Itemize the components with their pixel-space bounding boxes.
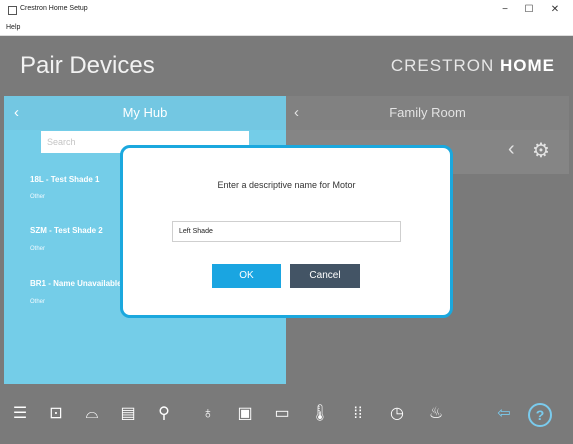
app-icon [8,6,17,15]
window-title: Crestron Home Setup [20,5,88,12]
menu-help[interactable]: Help [6,24,20,31]
cancel-button[interactable]: Cancel [290,264,360,288]
menu-bar: Help [0,22,573,36]
ok-button[interactable]: OK [212,264,281,288]
dialog-prompt: Enter a descriptive name for Motor [217,180,356,190]
close-button[interactable]: ✕ [546,3,564,17]
minimize-button[interactable]: − [496,3,514,17]
maximize-button[interactable]: ☐ [520,3,538,17]
device-name-input[interactable]: Left Shade [172,221,401,242]
title-bar: Crestron Home Setup − ☐ ✕ [0,0,573,22]
name-dialog: Enter a descriptive name for Motor Left … [120,145,453,318]
